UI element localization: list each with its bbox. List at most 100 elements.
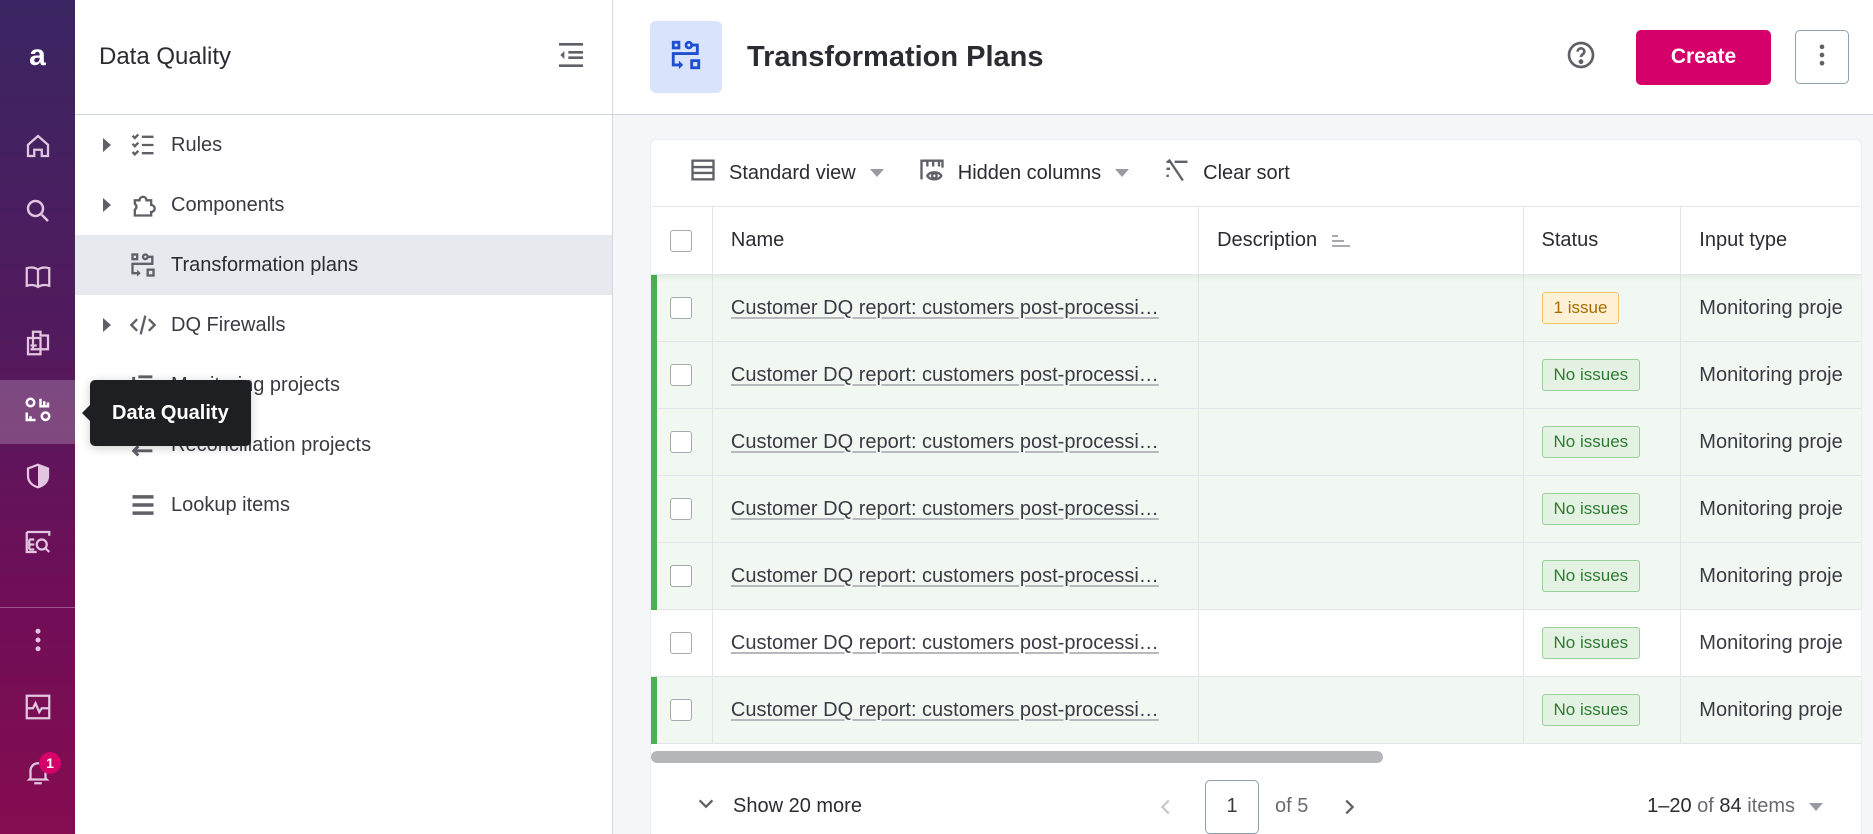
page-number-input[interactable]: 1: [1205, 779, 1259, 834]
status-badge: No issues: [1541, 627, 1641, 659]
row-select-cell: [651, 543, 713, 609]
description-cell: [1199, 610, 1524, 676]
lines-icon: [128, 490, 158, 520]
transformation-icon: [669, 38, 703, 77]
sidebar-item-lookup-items[interactable]: Lookup items: [75, 475, 612, 535]
status-cell: 1 issue: [1524, 275, 1682, 341]
app-logo[interactable]: a: [0, 36, 75, 76]
create-button[interactable]: Create: [1636, 29, 1771, 85]
data-quality-icon: [23, 395, 53, 430]
sidebar-item-components[interactable]: Components: [75, 175, 612, 235]
shield-icon: [23, 461, 53, 496]
table-row[interactable]: Customer DQ report: customers post-proce…: [651, 543, 1861, 610]
hidden-columns-icon: [918, 156, 958, 190]
input-type-text: Monitoring proje: [1699, 430, 1843, 453]
rail-security[interactable]: [0, 446, 75, 510]
plan-name-link[interactable]: Customer DQ report: customers post-proce…: [731, 699, 1159, 722]
horizontal-scrollbar[interactable]: [651, 751, 1383, 763]
plan-name-link[interactable]: Customer DQ report: customers post-proce…: [731, 297, 1159, 320]
plan-name-link[interactable]: Customer DQ report: customers post-proce…: [731, 498, 1159, 521]
show-more-button[interactable]: Show 20 more: [695, 793, 862, 821]
expand-caret-icon[interactable]: [103, 138, 111, 152]
sidebar-item-transformation-plans[interactable]: Transformation plans: [75, 235, 612, 295]
name-cell: Customer DQ report: customers post-proce…: [713, 409, 1200, 475]
input-type-cell: Monitoring proje: [1681, 409, 1861, 475]
column-header-input-type[interactable]: Input type: [1681, 207, 1861, 274]
row-checkbox[interactable]: [670, 565, 693, 587]
row-checkbox[interactable]: [670, 632, 693, 654]
input-type-cell: Monitoring proje: [1681, 610, 1861, 676]
range-items-label: items: [1747, 795, 1795, 817]
expand-caret-icon[interactable]: [103, 318, 111, 332]
expand-caret-icon[interactable]: [103, 198, 111, 212]
table-body: Customer DQ report: customers post-proce…: [651, 275, 1861, 744]
row-checkbox[interactable]: [670, 498, 693, 520]
help-icon: [1565, 39, 1597, 76]
rail-search[interactable]: [0, 181, 75, 245]
clear-sort-button[interactable]: Clear sort: [1163, 156, 1290, 190]
select-all-checkbox[interactable]: [670, 229, 693, 252]
status-cell: No issues: [1524, 677, 1682, 743]
plan-name-link[interactable]: Customer DQ report: customers post-proce…: [731, 364, 1159, 387]
help-button[interactable]: [1564, 40, 1598, 74]
column-header-description[interactable]: Description: [1199, 207, 1524, 274]
table-row[interactable]: Customer DQ report: customers post-proce…: [651, 275, 1861, 342]
row-checkbox[interactable]: [670, 431, 693, 453]
rail-notifications[interactable]: [0, 742, 75, 806]
table-header: Name Description Status Input type: [651, 207, 1861, 275]
rail-data-quality[interactable]: [0, 380, 75, 444]
view-selector[interactable]: Standard view: [689, 156, 884, 190]
hidden-columns-selector[interactable]: Hidden columns: [918, 156, 1130, 190]
plan-name-link[interactable]: Customer DQ report: customers post-proce…: [731, 632, 1159, 655]
more-vertical-icon: [1808, 41, 1836, 74]
rail-catalog[interactable]: [0, 313, 75, 377]
row-checkbox[interactable]: [670, 699, 693, 721]
transformation-icon: [128, 250, 158, 280]
sidebar-item-label: Components: [171, 193, 285, 216]
status-badge: No issues: [1541, 560, 1641, 592]
sidebar-item-rules[interactable]: Rules: [75, 115, 612, 175]
column-header-name[interactable]: Name: [713, 207, 1200, 274]
collapse-sidebar-button[interactable]: [554, 40, 588, 74]
hidden-columns-label: Hidden columns: [957, 161, 1102, 184]
code-icon: [128, 310, 158, 340]
rail-more[interactable]: [0, 610, 75, 674]
sort-icon[interactable]: [1329, 229, 1353, 253]
pulse-icon: [23, 692, 53, 727]
input-type-cell: Monitoring proje: [1681, 342, 1861, 408]
status-badge: No issues: [1541, 694, 1641, 726]
table-row[interactable]: Customer DQ report: customers post-proce…: [651, 677, 1861, 744]
more-vertical-icon: [23, 625, 53, 660]
dropdown-caret-icon: [1809, 802, 1823, 811]
table-row[interactable]: Customer DQ report: customers post-proce…: [651, 610, 1861, 677]
clear-sort-icon: [1163, 156, 1203, 190]
sidebar-item-label: Rules: [171, 133, 223, 156]
name-cell: Customer DQ report: customers post-proce…: [713, 476, 1200, 542]
sidebar-item-dq-firewalls[interactable]: DQ Firewalls: [75, 295, 612, 355]
next-page-button[interactable]: [1334, 792, 1364, 822]
rail-query[interactable]: [0, 512, 75, 576]
rail-home[interactable]: [0, 116, 75, 180]
status-cell: No issues: [1524, 409, 1682, 475]
table-row[interactable]: Customer DQ report: customers post-proce…: [651, 409, 1861, 476]
plan-name-link[interactable]: Customer DQ report: customers post-proce…: [731, 565, 1159, 588]
table-row[interactable]: Customer DQ report: customers post-proce…: [651, 476, 1861, 543]
status-badge: 1 issue: [1541, 292, 1620, 324]
row-checkbox[interactable]: [670, 364, 693, 386]
row-select-cell: [651, 409, 713, 475]
rail-divider: [0, 607, 75, 608]
column-header-status[interactable]: Status: [1524, 207, 1682, 274]
status-badge: No issues: [1541, 493, 1641, 525]
row-select-cell: [651, 476, 713, 542]
input-type-text: Monitoring proje: [1699, 497, 1843, 520]
rail-monitoring[interactable]: [0, 677, 75, 741]
previous-page-button[interactable]: [1151, 792, 1181, 822]
more-actions-button[interactable]: [1795, 30, 1849, 84]
items-per-page-selector[interactable]: 1–20 of 84 items: [1647, 795, 1823, 818]
table-row[interactable]: Customer DQ report: customers post-proce…: [651, 342, 1861, 409]
input-type-cell: Monitoring proje: [1681, 275, 1861, 341]
rail-glossary[interactable]: [0, 247, 75, 311]
row-select-cell: [651, 610, 713, 676]
plan-name-link[interactable]: Customer DQ report: customers post-proce…: [731, 431, 1159, 454]
row-checkbox[interactable]: [670, 297, 693, 319]
